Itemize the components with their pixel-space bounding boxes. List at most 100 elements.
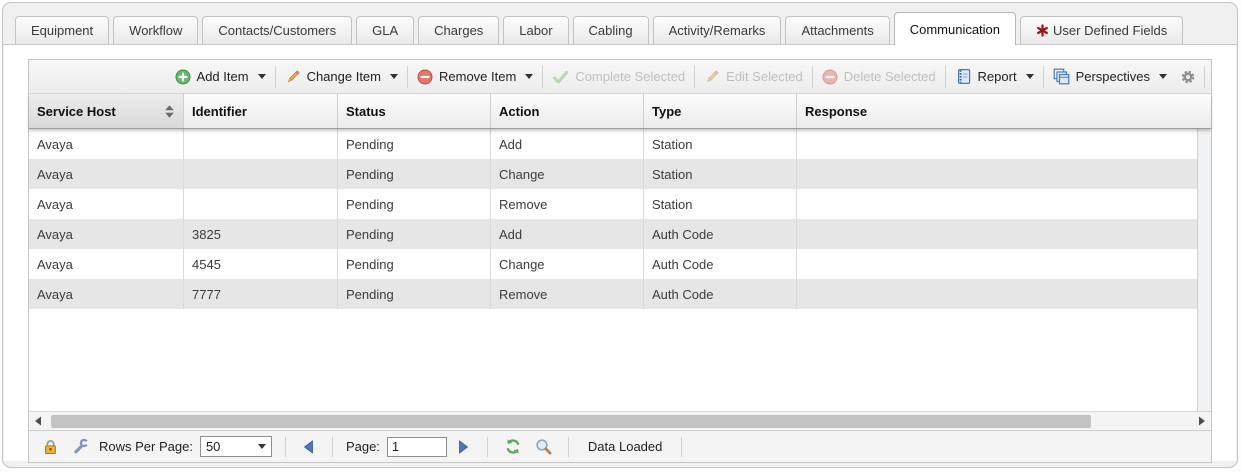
cell-service-host: Avaya: [29, 159, 184, 189]
chevron-down-icon: [525, 74, 533, 79]
cell-action: Change: [491, 159, 644, 189]
lock-button[interactable]: [39, 438, 62, 455]
cell-type: Station: [644, 189, 797, 219]
tab-gla[interactable]: GLA: [356, 16, 414, 44]
grid-body: Avaya Pending Add Station Avaya Pending …: [29, 129, 1211, 411]
table-row[interactable]: Avaya Pending Remove Station: [29, 189, 1197, 219]
cell-response: [797, 129, 1197, 159]
cell-action: Remove: [491, 189, 644, 219]
tab-charges[interactable]: Charges: [418, 16, 499, 44]
scroll-left-button[interactable]: [29, 416, 47, 426]
pencil-icon: [285, 69, 301, 85]
pencil-icon: [704, 69, 720, 85]
scroll-right-icon: [1198, 416, 1206, 426]
chevron-down-icon: [258, 74, 266, 79]
cell-status: Pending: [338, 279, 491, 309]
window-frame: Equipment Workflow Contacts/Customers GL…: [2, 2, 1238, 468]
grid-header: Service Host Identifier Status Action Ty…: [29, 94, 1211, 129]
toolbar-separator: [407, 66, 408, 88]
toolbar-separator: [275, 66, 276, 88]
tools-button[interactable]: [69, 438, 92, 455]
horizontal-scrollbar: [29, 411, 1211, 430]
tab-bar: Equipment Workflow Contacts/Customers GL…: [3, 3, 1237, 45]
tab-workflow[interactable]: Workflow: [113, 16, 198, 44]
cell-identifier: [184, 189, 338, 219]
cell-type: Auth Code: [644, 249, 797, 279]
tab-activity-remarks[interactable]: Activity/Remarks: [653, 16, 782, 44]
cell-response: [797, 279, 1197, 309]
scroll-left-icon: [34, 416, 42, 426]
chevron-down-icon: [1159, 74, 1167, 79]
previous-page-icon: [303, 440, 314, 454]
column-header-status[interactable]: Status: [338, 94, 491, 128]
tab-labor[interactable]: Labor: [503, 16, 568, 44]
tab-cabling[interactable]: Cabling: [573, 16, 649, 44]
column-header-type[interactable]: Type: [644, 94, 797, 128]
cell-action: Add: [491, 129, 644, 159]
horizontal-scrollbar-thumb[interactable]: [51, 415, 1091, 428]
scroll-right-button[interactable]: [1193, 416, 1211, 426]
cell-response: [797, 159, 1197, 189]
vertical-scrollbar-track[interactable]: [1197, 129, 1211, 411]
table-row[interactable]: Avaya 4545 Pending Change Auth Code: [29, 249, 1197, 279]
table-row[interactable]: Avaya Pending Change Station: [29, 159, 1197, 189]
footer-separator: [285, 437, 286, 457]
add-item-button[interactable]: Add Item: [168, 65, 273, 89]
search-icon: [535, 438, 552, 455]
footer-separator: [681, 437, 682, 457]
tab-attachments[interactable]: Attachments: [785, 16, 889, 44]
cell-service-host: Avaya: [29, 189, 184, 219]
checkmark-icon: [552, 69, 569, 85]
cell-status: Pending: [338, 189, 491, 219]
tab-communication[interactable]: Communication: [894, 12, 1016, 45]
grid-footer: Rows Per Page: 50 Page:: [29, 430, 1211, 462]
report-button[interactable]: Report: [948, 64, 1041, 89]
report-icon: [955, 68, 972, 85]
cell-identifier: 4545: [184, 249, 338, 279]
toolbar-separator: [1043, 66, 1044, 88]
next-page-button[interactable]: [454, 440, 474, 454]
cell-service-host: Avaya: [29, 129, 184, 159]
status-text: Data Loaded: [582, 439, 668, 454]
cell-type: Station: [644, 129, 797, 159]
delete-selected-button[interactable]: Delete Selected: [815, 65, 943, 89]
complete-selected-button[interactable]: Complete Selected: [545, 65, 692, 89]
tab-user-defined-fields[interactable]: User Defined Fields: [1020, 16, 1183, 44]
grid-settings-button[interactable]: [1174, 65, 1202, 89]
remove-item-button[interactable]: Remove Item: [410, 65, 540, 89]
horizontal-scrollbar-track[interactable]: [47, 414, 1193, 429]
cell-status: Pending: [338, 249, 491, 279]
column-header-response[interactable]: Response: [797, 94, 1211, 128]
refresh-icon: [504, 438, 522, 455]
remove-circle-icon: [417, 69, 433, 85]
page-input[interactable]: [387, 437, 447, 457]
toolbar-separator: [945, 66, 946, 88]
column-header-action[interactable]: Action: [491, 94, 644, 128]
edit-selected-button[interactable]: Edit Selected: [697, 65, 810, 89]
cell-response: [797, 189, 1197, 219]
toolbar-separator: [812, 66, 813, 88]
tab-contacts-customers[interactable]: Contacts/Customers: [202, 16, 352, 44]
refresh-button[interactable]: [501, 438, 525, 455]
change-item-button[interactable]: Change Item: [278, 65, 405, 89]
gear-icon: [1180, 69, 1196, 85]
table-row[interactable]: Avaya 7777 Pending Remove Auth Code: [29, 279, 1197, 309]
search-button[interactable]: [532, 438, 555, 455]
previous-page-button[interactable]: [299, 440, 319, 454]
lock-icon: [42, 438, 59, 455]
rows-per-page-select[interactable]: 50: [200, 436, 272, 457]
sort-icon[interactable]: [164, 104, 175, 119]
perspectives-icon: [1053, 68, 1070, 85]
table-row[interactable]: Avaya 3825 Pending Add Auth Code: [29, 219, 1197, 249]
table-row[interactable]: Avaya Pending Add Station: [29, 129, 1197, 159]
cell-action: Change: [491, 249, 644, 279]
perspectives-button[interactable]: Perspectives: [1046, 64, 1174, 89]
chevron-down-icon: [258, 444, 266, 449]
grid-toolbar: Add Item Change Item: [29, 60, 1211, 94]
column-header-service-host[interactable]: Service Host: [29, 94, 184, 128]
tab-equipment[interactable]: Equipment: [15, 16, 109, 44]
cell-identifier: 3825: [184, 219, 338, 249]
cell-service-host: Avaya: [29, 219, 184, 249]
column-header-identifier[interactable]: Identifier: [184, 94, 338, 128]
cell-type: Station: [644, 159, 797, 189]
